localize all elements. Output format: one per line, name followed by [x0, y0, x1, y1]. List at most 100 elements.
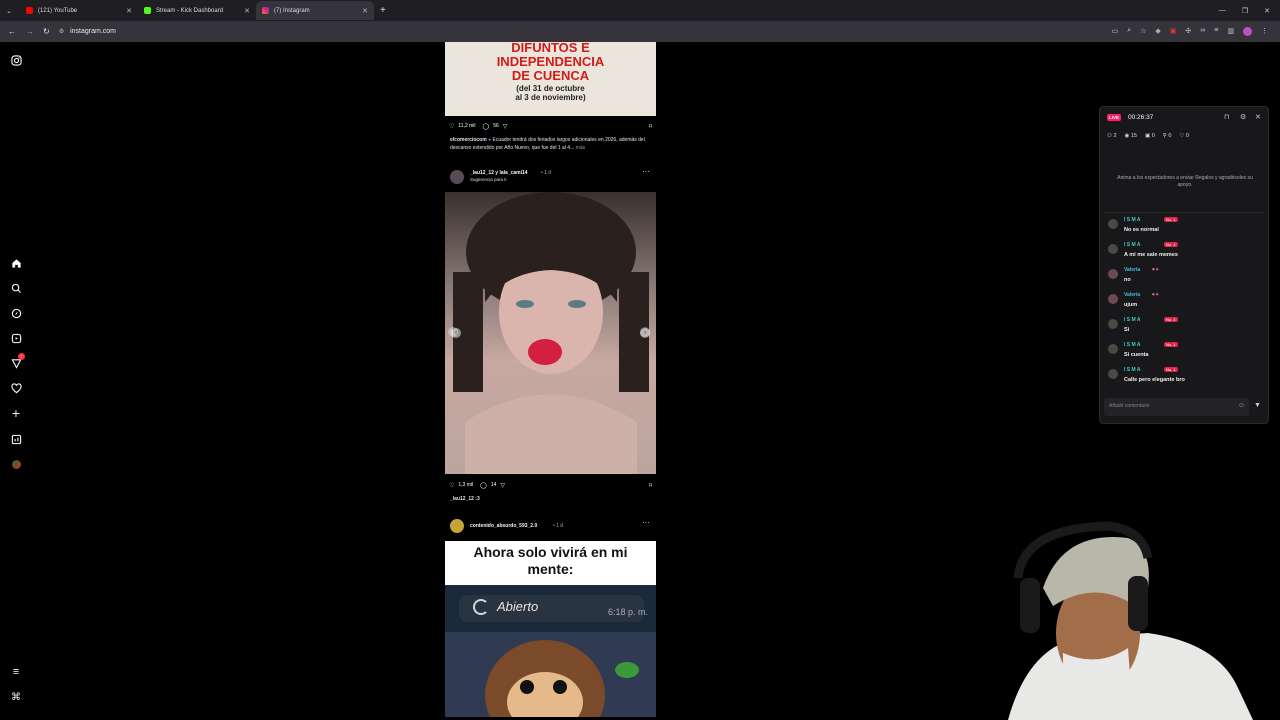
reels-icon[interactable]	[9, 331, 23, 345]
dashboard-icon[interactable]	[9, 432, 23, 446]
rank-badge: No. 1	[1164, 367, 1178, 372]
close-icon[interactable]: ✕	[126, 7, 132, 15]
carousel-next-icon[interactable]: ›	[640, 328, 650, 338]
close-icon[interactable]: ✕	[362, 7, 368, 15]
send-icon[interactable]: ▼	[1254, 402, 1261, 409]
avatar[interactable]	[1108, 269, 1118, 279]
menu-icon[interactable]: ⋮	[1261, 27, 1268, 36]
rank-badge: No. 1	[1164, 242, 1178, 247]
share-icon[interactable]: ▽	[503, 123, 508, 130]
messages-badge: 7	[18, 353, 25, 360]
lock-icon[interactable]: ⊓	[1224, 113, 1229, 121]
more-options-icon[interactable]: ···	[642, 167, 650, 176]
chat-username[interactable]: Valeria	[1124, 267, 1140, 273]
avatar[interactable]	[1108, 344, 1118, 354]
url-field[interactable]: instagram.com	[70, 28, 116, 35]
chat-username[interactable]: I S M A	[1124, 342, 1140, 348]
like-icon[interactable]: ♡	[449, 123, 454, 130]
follows-stat: ⚲ 0	[1162, 133, 1172, 139]
chat-username[interactable]: Valeria	[1124, 292, 1140, 298]
post-username[interactable]: contenido_absurdo_593_2.0	[470, 523, 537, 529]
extensions-icon[interactable]: ✣	[1185, 27, 1191, 36]
settings-icon[interactable]: ⚙	[1240, 113, 1246, 121]
avatar[interactable]	[1108, 294, 1118, 304]
more-options-icon[interactable]: ···	[642, 518, 650, 527]
tab-label: Stream - Kick Dashboard	[156, 7, 224, 14]
window-close-icon[interactable]: ✕	[1264, 7, 1270, 15]
search-icon[interactable]	[9, 281, 23, 295]
carousel-prev-icon[interactable]: ‹	[451, 328, 461, 338]
tab-list-chevron-icon[interactable]: ⌄	[0, 7, 18, 15]
instagram-logo-icon[interactable]	[9, 53, 23, 67]
new-tab-icon[interactable]: +	[380, 5, 386, 16]
post-image[interactable]: DIFUNTOS E INDEPENDENCIA DE CUENCA (del …	[445, 42, 656, 116]
post-image[interactable]: ‹ ›	[445, 192, 656, 474]
sidebar-icon[interactable]: ▥	[1227, 27, 1234, 36]
chat-text: no	[1124, 277, 1131, 283]
post-actions: ♡ 1,3 mil ◯ 14 ▽ ⌑	[445, 475, 656, 495]
extension-record-icon[interactable]: ▣	[1170, 27, 1177, 36]
browser-tab-bar: ⌄ (121) YouTube ✕ Stream - Kick Dashboar…	[0, 0, 1280, 21]
comment-count: 14	[490, 482, 497, 488]
close-icon[interactable]: ✕	[244, 7, 250, 15]
link-icon[interactable]: ∞	[1200, 27, 1205, 36]
live-badge: LIVE	[1107, 114, 1122, 121]
eye-icon: ◉	[1124, 133, 1130, 139]
profile-avatar[interactable]	[9, 457, 23, 471]
back-icon[interactable]: ←	[8, 27, 16, 36]
comment-icon[interactable]: ◯	[480, 482, 487, 489]
save-icon[interactable]: ⌑	[649, 482, 652, 489]
avatar[interactable]	[1108, 319, 1118, 329]
comment-input[interactable]: Añadir comentario	[1109, 403, 1150, 409]
close-icon[interactable]: ✕	[1255, 113, 1261, 121]
like-count: 1,3 mil	[458, 482, 474, 488]
zoom-icon[interactable]: ⌕	[1127, 27, 1131, 36]
date-line: al 3 de noviembre)	[515, 93, 586, 102]
avatar[interactable]	[1108, 369, 1118, 379]
webcam-overlay	[968, 518, 1280, 720]
media-icon[interactable]: ≡	[1214, 27, 1218, 36]
chat-username[interactable]: I S M A	[1124, 242, 1140, 248]
save-icon[interactable]: ⌑	[649, 123, 652, 130]
address-bar: ← → ↻ ⚙ instagram.com ▭ ⌕ ☆ ◆ ▣ ✣ ∞ ≡ ▥ …	[0, 21, 1280, 42]
avatar[interactable]	[450, 519, 464, 533]
home-icon[interactable]	[9, 256, 23, 270]
divider	[1104, 212, 1264, 213]
post-header: _lau12_12 y lala_cami14 • 1 d Sugerencia…	[445, 164, 656, 192]
post-username[interactable]: _lau12_12 y lala_cami14	[470, 170, 528, 176]
chat-username[interactable]: I S M A	[1124, 367, 1140, 373]
threads-apps-icon[interactable]: ⌘	[9, 690, 23, 704]
post-image[interactable]: Ahora solo vivirá en mi mente: Abierto 6…	[445, 541, 656, 717]
tab-kick[interactable]: Stream - Kick Dashboard ✕	[138, 1, 256, 20]
portrait-illustration	[448, 192, 650, 474]
cast-icon[interactable]: ▭	[1112, 27, 1119, 36]
reload-icon[interactable]: ↻	[43, 27, 50, 36]
caption-username[interactable]: elcomerciocom	[450, 137, 487, 143]
restore-icon[interactable]: ❐	[1242, 7, 1248, 15]
messages-icon[interactable]: 7	[9, 353, 25, 370]
likes-stat: ♡ 0	[1179, 133, 1189, 139]
avatar[interactable]	[450, 170, 464, 184]
profile-avatar[interactable]	[1243, 27, 1252, 36]
like-icon[interactable]: ♡	[449, 482, 454, 489]
avatar[interactable]	[1108, 244, 1118, 254]
create-plus-icon[interactable]: +	[9, 405, 23, 421]
notifications-heart-icon[interactable]	[9, 381, 23, 395]
post-time: • 1 d	[553, 523, 564, 529]
explore-icon[interactable]	[9, 306, 23, 320]
more-menu-icon[interactable]: ≡	[9, 665, 23, 679]
emoji-icon[interactable]: ☺	[1238, 402, 1245, 409]
avatar[interactable]	[1108, 219, 1118, 229]
minimize-icon[interactable]: —	[1219, 7, 1226, 15]
comment-icon[interactable]: ◯	[483, 123, 490, 130]
more-link[interactable]: más	[576, 145, 585, 151]
tab-instagram[interactable]: (7) Instagram ✕	[256, 1, 374, 20]
site-info-icon[interactable]: ⚙	[59, 28, 64, 35]
tab-youtube[interactable]: (121) YouTube ✕	[20, 1, 138, 20]
share-icon[interactable]: ▽	[500, 482, 505, 489]
extension-shield-icon[interactable]: ◆	[1155, 27, 1160, 36]
chat-username[interactable]: I S M A	[1124, 317, 1140, 323]
chat-username[interactable]: I S M A	[1124, 217, 1140, 223]
forward-icon[interactable]: →	[26, 27, 34, 36]
bookmark-star-icon[interactable]: ☆	[1140, 27, 1146, 36]
